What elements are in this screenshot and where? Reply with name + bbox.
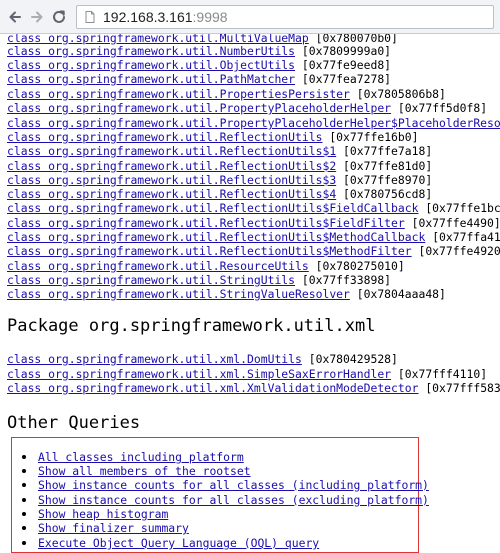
query-link-instance-counts-including[interactable]: Show instance counts for all classes (in… (38, 478, 429, 492)
other-queries-heading: Other Queries (7, 413, 141, 433)
bullet-icon (22, 541, 26, 545)
class-link[interactable]: class org.springframework.util.xml.XmlVa… (7, 381, 418, 395)
class-link[interactable]: class org.springframework.util.Propertie… (7, 87, 350, 101)
class-address: [0x77ffe1bc0] (425, 201, 500, 215)
class-address: [0x77ffe16b0] (329, 130, 419, 144)
class-row: class org.springframework.util.StringUti… (7, 273, 391, 287)
class-address: [0x77ff5d0f8] (397, 101, 488, 115)
back-button[interactable] (6, 8, 24, 26)
query-link-oql[interactable]: Execute Object Query Language (OQL) quer… (38, 536, 319, 550)
class-row: class org.springframework.util.StringVal… (7, 287, 446, 301)
reload-button[interactable] (50, 8, 68, 26)
class-row: class org.springframework.util.PropertyP… (7, 101, 487, 115)
class-link[interactable]: class org.springframework.util.Reflectio… (7, 187, 336, 201)
class-row: class org.springframework.util.PathMatch… (7, 72, 391, 86)
page-icon (85, 11, 95, 23)
class-address: [0x780429528] (308, 352, 398, 366)
class-link[interactable]: class org.springframework.util.PathMatch… (7, 72, 295, 86)
class-row: class org.springframework.util.Reflectio… (7, 130, 418, 144)
class-row: class org.springframework.util.Reflectio… (7, 216, 500, 230)
query-link-rootset[interactable]: Show all members of the rootset (38, 464, 251, 478)
class-link[interactable]: class org.springframework.util.Reflectio… (7, 201, 418, 215)
bullet-icon (22, 455, 26, 459)
class-link[interactable]: class org.springframework.util.Reflectio… (7, 173, 336, 187)
class-link[interactable]: class org.springframework.util.Reflectio… (7, 216, 405, 230)
class-row: class org.springframework.util.xml.DomUt… (7, 352, 398, 366)
class-link[interactable]: class org.springframework.util.Reflectio… (7, 144, 336, 158)
class-link[interactable]: class org.springframework.util.xml.DomUt… (7, 352, 302, 366)
class-row: class org.springframework.util.NumberUti… (7, 44, 391, 58)
class-address: [0x780756cd8] (343, 187, 433, 201)
class-row: class org.springframework.util.Reflectio… (7, 144, 432, 158)
class-address: [0x780275010] (315, 259, 405, 273)
class-address: [0x77ffe4920] (418, 244, 500, 258)
class-link[interactable]: class org.springframework.util.StringUti… (7, 273, 295, 287)
class-link[interactable]: class org.springframework.util.Reflectio… (7, 244, 412, 258)
class-row: class org.springframework.util.ResourceU… (7, 259, 405, 273)
class-address: [0x77ffa4128] (432, 230, 500, 244)
forward-arrow-icon (31, 11, 43, 23)
class-address: [0x7809999a0] (301, 44, 392, 58)
class-row: class org.springframework.util.Propertie… (7, 87, 446, 101)
class-row: class org.springframework.util.Reflectio… (7, 201, 500, 215)
class-link[interactable]: class org.springframework.util.ObjectUti… (7, 58, 295, 72)
class-address: [0x77fff4110] (397, 367, 488, 381)
reload-icon (53, 10, 65, 23)
class-row: class org.springframework.util.xml.Simpl… (7, 367, 487, 381)
class-link[interactable]: class org.springframework.util.ResourceU… (7, 259, 309, 273)
class-link[interactable]: class org.springframework.util.PropertyP… (7, 116, 500, 130)
bullet-icon (22, 483, 26, 487)
class-address: [0x77ffe81d0] (343, 159, 433, 173)
query-link-all-classes[interactable]: All classes including platform (38, 450, 244, 464)
class-row: class org.springframework.util.Reflectio… (7, 187, 432, 201)
bullet-icon (22, 498, 26, 502)
class-address: [0x77ffe8970] (343, 173, 433, 187)
browser-toolbar: 192.168.3.161:9998 (0, 0, 500, 34)
class-row: class org.springframework.util.Reflectio… (7, 230, 500, 244)
class-row: class org.springframework.util.PropertyP… (7, 116, 500, 130)
bullet-icon (22, 469, 26, 473)
bullet-icon (22, 512, 26, 516)
query-link-instance-counts-excluding[interactable]: Show instance counts for all classes (ex… (38, 493, 429, 507)
bullet-icon (22, 526, 26, 530)
class-link[interactable]: class org.springframework.util.NumberUti… (7, 44, 295, 58)
class-link[interactable]: class org.springframework.util.xml.Simpl… (7, 367, 391, 381)
class-address: [0x7804aaa48] (356, 287, 446, 301)
class-address: [0x77ffe4490] (411, 216, 500, 230)
url-text: 192.168.3.161:9998 (103, 9, 228, 25)
class-row: class org.springframework.util.Reflectio… (7, 244, 500, 258)
query-link-finalizer-summary[interactable]: Show finalizer summary (38, 521, 189, 535)
class-link[interactable]: class org.springframework.util.StringVal… (7, 287, 350, 301)
class-row: class org.springframework.util.xml.XmlVa… (7, 381, 500, 395)
class-link[interactable]: class org.springframework.util.Reflectio… (7, 159, 336, 173)
url-host: 192.168.3.161 (103, 9, 193, 25)
class-link[interactable]: class org.springframework.util.Reflectio… (7, 130, 322, 144)
class-address: [0x77ff33898] (301, 273, 392, 287)
class-address: [0x77fff5830] (425, 381, 500, 395)
class-link[interactable]: class org.springframework.util.PropertyP… (7, 101, 391, 115)
class-address: [0x77fe9eed8] (301, 58, 392, 72)
address-bar[interactable]: 192.168.3.161:9998 (76, 5, 494, 29)
url-port: :9998 (192, 9, 228, 25)
class-link[interactable]: class org.springframework.util.Reflectio… (7, 230, 425, 244)
class-row: class org.springframework.util.Reflectio… (7, 173, 432, 187)
forward-button[interactable] (28, 8, 46, 26)
back-arrow-icon (9, 11, 21, 23)
class-row: class org.springframework.util.Reflectio… (7, 159, 432, 173)
class-address: [0x77ffe7a18] (343, 144, 433, 158)
class-address: [0x77fea7278] (301, 72, 392, 86)
page-content: class org.springframework.util.MultiValu… (7, 34, 500, 553)
query-link-heap-histogram[interactable]: Show heap histogram (38, 507, 168, 521)
class-row: class org.springframework.util.ObjectUti… (7, 58, 391, 72)
package-heading: Package org.springframework.util.xml (7, 316, 376, 336)
other-queries-box: All classes including platform Show all … (11, 437, 429, 553)
class-address: [0x7805806b8] (356, 87, 446, 101)
